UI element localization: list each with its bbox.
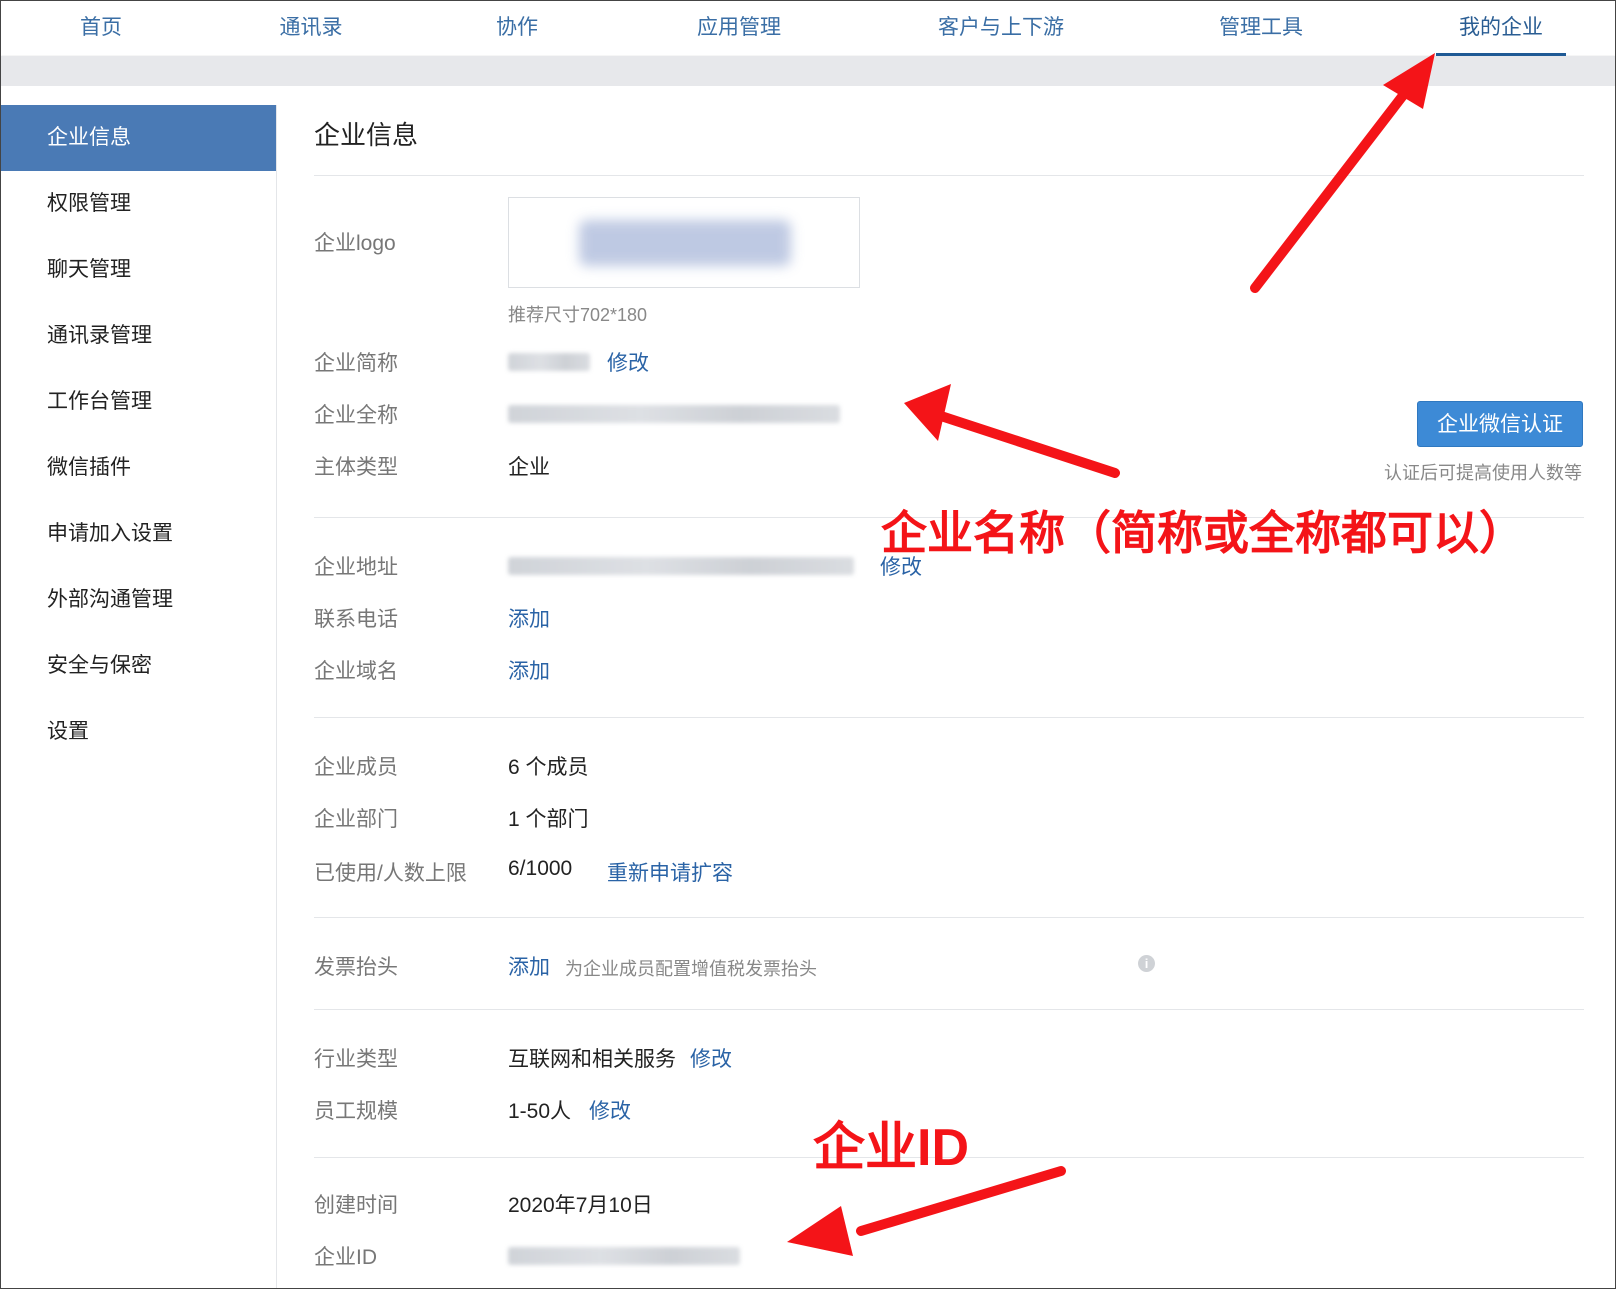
arrow-to-corp-id xyxy=(856,1166,1066,1236)
arrowhead xyxy=(787,1206,853,1256)
annotation-enterprise-name: 企业名称（简称或全称都可以） xyxy=(881,507,1525,559)
arrowhead xyxy=(904,384,951,441)
annotation-corp-id: 企业ID xyxy=(813,1119,970,1177)
arrow-to-my-enterprise-tab xyxy=(1250,80,1416,293)
app-frame: 首页 通讯录 协作 应用管理 客户与上下游 管理工具 我的企业 企业信息 权限管… xyxy=(0,0,1616,1289)
arrowheads xyxy=(787,53,1435,1256)
arrow-to-enterprise-name xyxy=(936,411,1120,478)
annotation-arrows xyxy=(787,53,1435,1256)
arrowhead xyxy=(1383,53,1435,109)
